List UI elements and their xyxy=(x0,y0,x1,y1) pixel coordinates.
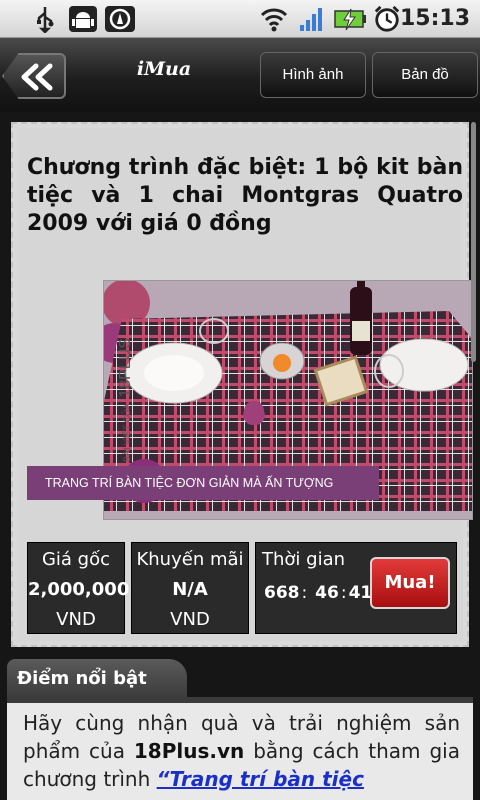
countdown-separator: : xyxy=(340,583,347,603)
battery-charging-icon xyxy=(334,8,366,31)
deal-headline: Chương trình đặc biệt: 1 bộ kit bàn tiệc… xyxy=(27,155,463,236)
highlights-link[interactable]: “Trang trí bàn tiệc xyxy=(157,767,364,791)
discount-unit: VND xyxy=(170,609,210,630)
status-time: 15:13 xyxy=(399,6,470,31)
discount-label: Khuyến mãi xyxy=(136,549,244,570)
countdown-timer: 668: 46:41 xyxy=(264,583,372,603)
wifi-icon xyxy=(260,8,288,32)
photo-credit-brand: 18PLUS xyxy=(117,338,134,398)
signal-icon xyxy=(300,8,322,31)
discount-value: N/A xyxy=(172,579,208,600)
images-button[interactable]: Hình ảnh xyxy=(260,52,366,98)
highlights-brand: 18Plus.vn xyxy=(133,739,245,763)
map-button[interactable]: Bản đồ xyxy=(372,52,478,98)
photo-credit: BÀI VIẾT CỦA 18PLUS xyxy=(117,302,135,462)
countdown-seconds: 41 xyxy=(348,583,373,603)
original-price-value: 2,000,000 xyxy=(28,579,130,600)
photo-caption: TRANG TRÍ BÀN TIỆC ĐƠN GIẢN MÀ ẤN TƯỢNG xyxy=(27,466,379,500)
alarm-icon xyxy=(374,5,400,32)
app-title: iMua xyxy=(136,58,192,80)
countdown-hours: 668 xyxy=(264,583,300,603)
highlights-tab[interactable]: Điểm nổi bật xyxy=(7,659,187,699)
original-price-unit: VND xyxy=(56,609,96,630)
back-button[interactable] xyxy=(2,53,66,99)
usb-icon xyxy=(37,7,54,33)
countdown-separator: : xyxy=(301,583,308,603)
refresh-app-icon xyxy=(105,6,135,32)
android-debug-icon xyxy=(69,6,97,32)
highlights-panel: Hãy cùng nhận quà và trải nghiệm sản phẩ… xyxy=(7,703,473,800)
deal-content[interactable]: Chương trình đặc biệt: 1 bộ kit bàn tiệc… xyxy=(0,112,480,800)
deal-card-inner: Chương trình đặc biệt: 1 bộ kit bàn tiệc… xyxy=(17,128,473,641)
discount-box: Khuyến mãi N/A VND xyxy=(131,542,249,634)
original-price-label: Giá gốc xyxy=(41,549,111,570)
double-chevron-left-icon xyxy=(21,63,53,91)
time-box: Thời gian 668: 46:41 Mua! xyxy=(255,542,457,634)
scrollbar[interactable] xyxy=(471,122,476,362)
status-bar: 15:13 xyxy=(0,0,480,38)
countdown-minutes: 46 xyxy=(315,583,339,603)
photo-credit-prefix: BÀI VIẾT CỦA xyxy=(122,403,132,462)
highlights-text: Hãy cùng nhận quà và trải nghiệm sản phẩ… xyxy=(23,709,460,793)
deal-card: Chương trình đặc biệt: 1 bộ kit bàn tiệc… xyxy=(11,122,473,647)
time-label: Thời gian xyxy=(262,549,346,570)
buy-button[interactable]: Mua! xyxy=(370,557,450,609)
original-price-box: Giá gốc 2,000,000 VND xyxy=(27,542,130,634)
app-header: iMua Hình ảnh Bản đồ xyxy=(0,38,480,112)
